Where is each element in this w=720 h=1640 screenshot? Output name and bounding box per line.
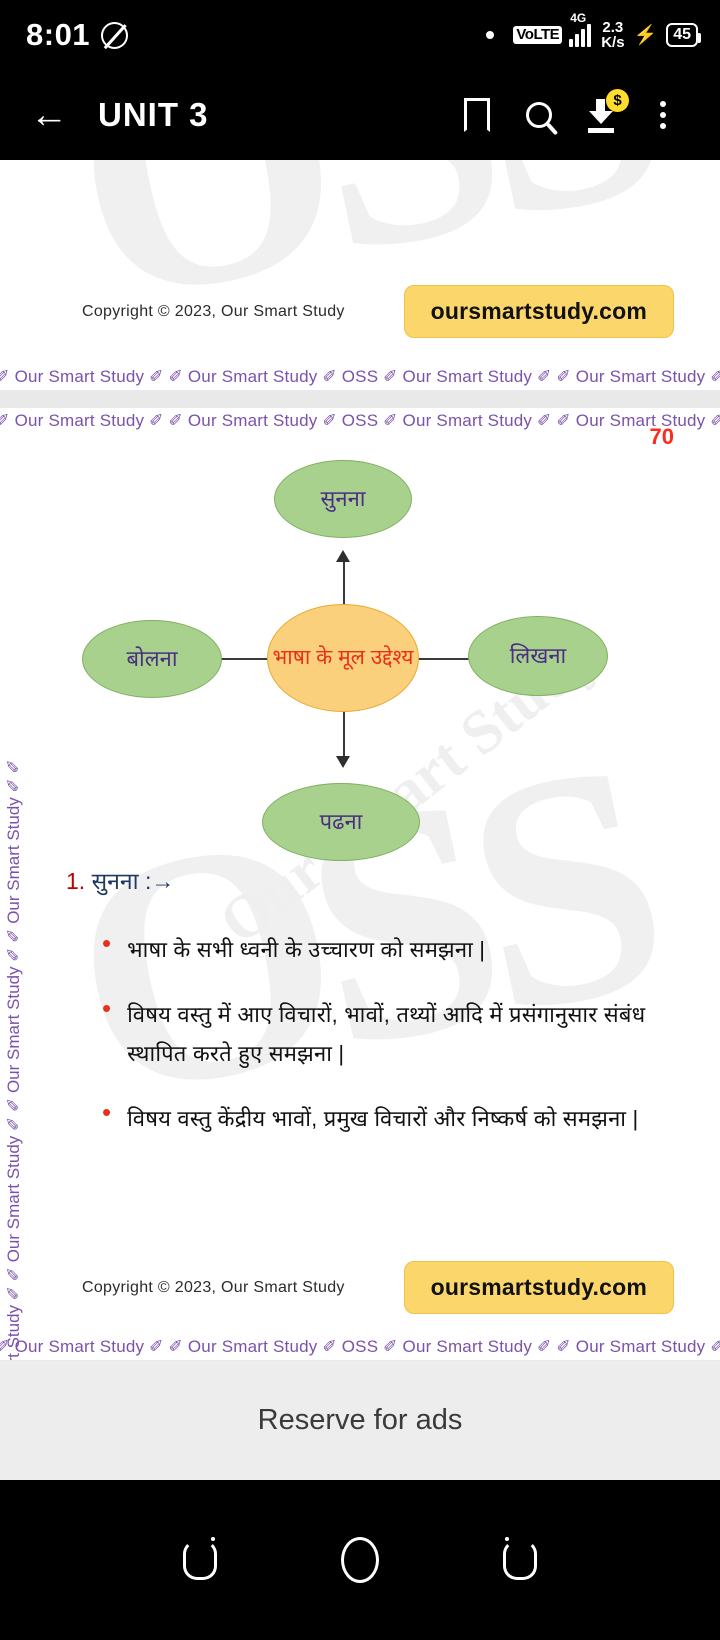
watermark-right: ✐ ✐ Our Smart Study ✐ ✐ Our Smart Study … [686,160,716,390]
list-item-text: भाषा के सभी ध्वनी के उच्चारण को समझना | [127,937,486,962]
list-item-text: विषय वस्तु केंद्रीय भावों, प्रमुख विचारो… [127,1106,639,1132]
document-page-2: ✐ ✐ Our Smart Study ✐ ✐ Our Smart Study … [0,408,720,1360]
watermark-bottom: ✐ ✐ Our Smart Study ✐ ✐ Our Smart Study … [0,1337,720,1356]
charging-bolt-icon: ⚡ [633,24,658,46]
section-heading: 1. सुनना :→ [66,864,680,896]
status-bar-right: VoLTE 4G 2.3 K/s ⚡ 45 [486,11,701,50]
watermark-bottom: ✐ ✐ Our Smart Study ✐ ✐ Our Smart Study … [0,367,720,386]
network-speed-unit: K/s [601,34,625,51]
website-button[interactable]: oursmartstudy.com [403,285,674,338]
page-2-content: 1. सुनना :→ • भाषा के सभी ध्वनी के उच्चा… [0,864,720,1139]
arrow-head-down [336,756,350,768]
copyright-text: Copyright © 2023, Our Smart Study [82,1278,345,1296]
page-separator [0,390,720,408]
document-viewer[interactable]: OSS ✐ ✐ Our Smart Study ✐ ✐ Our Smart St… [0,160,720,1480]
arrow-head-up [336,550,350,562]
back-icon[interactable] [492,1532,548,1588]
page-1-footer: Copyright © 2023, Our Smart Study oursma… [0,285,720,338]
section-number: 1. [66,868,86,894]
search-icon[interactable] [508,84,570,146]
diagram-node-top: सुनना [274,460,412,538]
network-speed-value: 2.3 [602,19,624,36]
diagram-node-bottom: पढना [262,783,420,861]
diagram-node-left: बोलना [82,620,222,698]
page-number: 70 [649,424,674,449]
signal-strength-icon: 4G [569,11,592,47]
document-page-1: OSS ✐ ✐ Our Smart Study ✐ ✐ Our Smart St… [0,160,720,390]
download-icon[interactable]: $ [570,84,632,146]
ad-placeholder-label: Reserve for ads [257,1404,463,1436]
notification-dot-icon [486,31,495,39]
list-item-text: विषय वस्तु में आए विचारों, भावों, तथ्यों… [127,1002,646,1067]
download-price-badge: $ [606,89,629,112]
list-item: • विषय वस्तु केंद्रीय भावों, प्रमुख विचा… [102,1099,680,1138]
oss-watermark: OSS [42,160,678,382]
bullet-dot-icon: • [102,928,112,958]
volte-label: VoLTE [513,25,563,45]
diagram-node-right: लिखना [468,616,608,696]
status-time: 8:01 [26,17,91,52]
status-bar-left: 8:01 [26,17,129,53]
ad-placeholder[interactable]: Reserve for ads [0,1361,720,1480]
concept-diagram: सुनना भाषा के मूल उद्देश्य बोलना लिखना प… [0,408,720,861]
back-arrow-icon[interactable]: ← [26,92,72,138]
app-bar: ← UNIT 3 $ [0,70,720,160]
section-title: सुनना :→ [91,868,175,894]
android-navigation-bar [0,1480,720,1640]
network-speed: 2.3 K/s [601,20,624,50]
page-2-footer: Copyright © 2023, Our Smart Study oursma… [0,1261,720,1314]
battery-level: 45 [666,23,701,47]
recents-icon[interactable] [172,1532,228,1588]
page-title: UNIT 3 [98,96,209,133]
website-button[interactable]: oursmartstudy.com [403,1261,674,1314]
network-type-label: 4G [570,10,587,25]
copyright-text: Copyright © 2023, Our Smart Study [82,302,345,320]
bullet-dot-icon: • [102,993,112,1024]
bullet-list: • भाषा के सभी ध्वनी के उच्चारण को समझना … [102,928,680,1139]
bookmark-icon[interactable] [446,84,508,146]
status-bar: 8:01 VoLTE 4G 2.3 K/s ⚡ 45 [0,0,720,70]
list-item: • विषय वस्तु में आए विचारों, भावों, तथ्य… [102,993,680,1073]
do-not-disturb-icon [101,21,129,49]
watermark-left: ✐ ✐ Our Smart Study ✐ ✐ Our Smart Study … [4,160,34,390]
bullet-dot-icon: • [102,1097,112,1128]
list-item: • भाषा के सभी ध्वनी के उच्चारण को समझना … [102,928,680,969]
overflow-menu-icon[interactable] [632,84,694,146]
diagram-node-center: भाषा के मूल उद्देश्य [267,604,419,712]
home-icon[interactable] [332,1532,388,1588]
